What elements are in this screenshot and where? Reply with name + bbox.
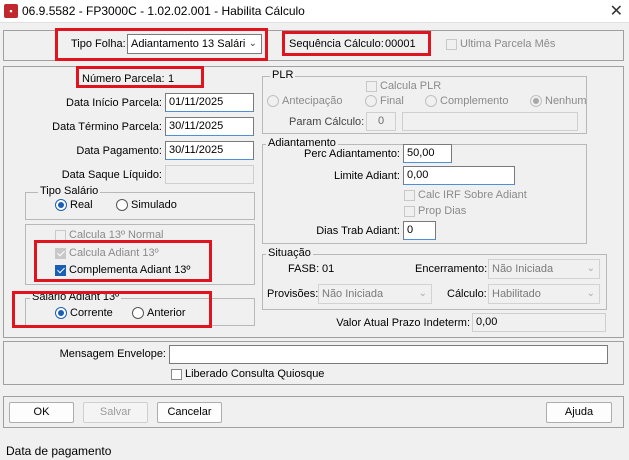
checkbox-icon (171, 368, 182, 380)
tipo-salario-legend: Tipo Salário (38, 185, 101, 197)
encerramento-value: Não Iniciada (492, 263, 554, 275)
data-saque-input[interactable] (165, 165, 254, 184)
checkbox-icon (366, 80, 377, 92)
ultima-parcela-checkbox[interactable]: Ultima Parcela Mês (446, 38, 555, 50)
highlight-sequencia (282, 31, 431, 56)
dias-trab-label: Dias Trab Adiant: (316, 225, 400, 237)
chevron-down-icon: ⌄ (586, 263, 595, 274)
chevron-down-icon: ⌄ (418, 288, 427, 299)
provisoes-select[interactable]: Não Iniciada ⌄ (318, 284, 432, 304)
situacao-legend: Situação (266, 247, 313, 259)
radio-complemento[interactable]: Complemento (425, 95, 508, 108)
app-icon: ▪ (4, 4, 18, 18)
chevron-down-icon: ⌄ (586, 288, 595, 299)
perc-adiantamento-input[interactable]: 50,00 (403, 144, 452, 163)
mensagem-envelope-input[interactable] (169, 345, 608, 364)
status-text: Data de pagamento (6, 444, 112, 458)
perc-adiantamento-label: Perc Adiantamento: (303, 148, 400, 160)
data-termino-input[interactable]: 30/11/2025 (165, 117, 254, 136)
fasb-value: 01 (322, 263, 335, 275)
cancelar-button[interactable]: Cancelar (157, 402, 222, 423)
prop-dias-checkbox[interactable]: Prop Dias (404, 205, 466, 217)
calc-irf-checkbox[interactable]: Calc IRF Sobre Adiant (404, 189, 527, 201)
data-pagamento-label: Data Pagamento: (76, 145, 162, 157)
highlight-numero-parcela (76, 66, 204, 88)
radio-icon (530, 95, 542, 108)
calcula-plr-checkbox[interactable]: Calcula PLR (366, 80, 441, 92)
highlight-tipo-folha (55, 28, 268, 61)
ajuda-button[interactable]: Ajuda (546, 402, 612, 423)
checkbox-icon (446, 38, 457, 50)
calculo-select[interactable]: Habilitado ⌄ (488, 284, 600, 304)
highlight-calculos (34, 240, 212, 282)
encerramento-select[interactable]: Não Iniciada ⌄ (488, 259, 600, 279)
salvar-button[interactable]: Salvar (83, 402, 148, 423)
radio-antecipacao[interactable]: Antecipação (267, 95, 343, 108)
calculo-label: Cálculo: (447, 288, 487, 300)
checkbox-icon (404, 189, 415, 201)
limite-adiant-label: Limite Adiant: (333, 170, 400, 182)
radio-nenhum[interactable]: Nenhum (530, 95, 587, 108)
data-inicio-label: Data Início Parcela: (66, 97, 162, 109)
valor-atual-label: Valor Atual Prazo Indeterm: (336, 317, 470, 329)
ok-button[interactable]: OK (9, 402, 74, 423)
radio-simulado[interactable]: Simulado (116, 199, 177, 212)
radio-icon (116, 199, 128, 212)
radio-icon (365, 95, 377, 108)
radio-icon (425, 95, 437, 108)
param-calculo-input[interactable]: 0 (366, 112, 396, 131)
data-inicio-input[interactable]: 01/11/2025 (165, 93, 254, 112)
data-pagamento-input[interactable]: 30/11/2025 (165, 141, 254, 160)
valor-atual-value: 0,00 (472, 313, 606, 332)
param-calculo-desc (402, 112, 578, 131)
param-calculo-label: Param Cálculo: (289, 116, 365, 128)
checkbox-icon (55, 229, 66, 241)
limite-adiant-input[interactable]: 0,00 (403, 166, 515, 185)
encerramento-label: Encerramento: (415, 263, 488, 275)
provisoes-value: Não Iniciada (322, 288, 384, 300)
highlight-salario-adiant (12, 291, 212, 328)
status-bar: Data de pagamento (0, 441, 629, 460)
close-icon[interactable]: ✕ (610, 1, 623, 21)
data-saque-label: Data Saque Líquido: (61, 169, 162, 181)
data-termino-label: Data Término Parcela: (52, 121, 162, 133)
radio-icon (267, 95, 279, 108)
radio-icon (55, 199, 67, 212)
checkbox-icon (404, 205, 415, 217)
mensagem-envelope-label: Mensagem Envelope: (59, 348, 166, 360)
window-title: 06.9.5582 - FP3000C - 1.02.02.001 - Habi… (22, 4, 305, 18)
liberado-quiosque-checkbox[interactable]: Liberado Consulta Quiosque (171, 368, 324, 380)
radio-real[interactable]: Real (55, 199, 93, 212)
title-bar: ▪ 06.9.5582 - FP3000C - 1.02.02.001 - Ha… (0, 0, 629, 23)
radio-final[interactable]: Final (365, 95, 404, 108)
plr-legend: PLR (270, 69, 296, 81)
dias-trab-input[interactable]: 0 (403, 221, 436, 240)
fasb-label: FASB: (288, 263, 320, 275)
provisoes-label: Provisões: (267, 288, 319, 300)
calculo-value: Habilitado (492, 288, 541, 300)
